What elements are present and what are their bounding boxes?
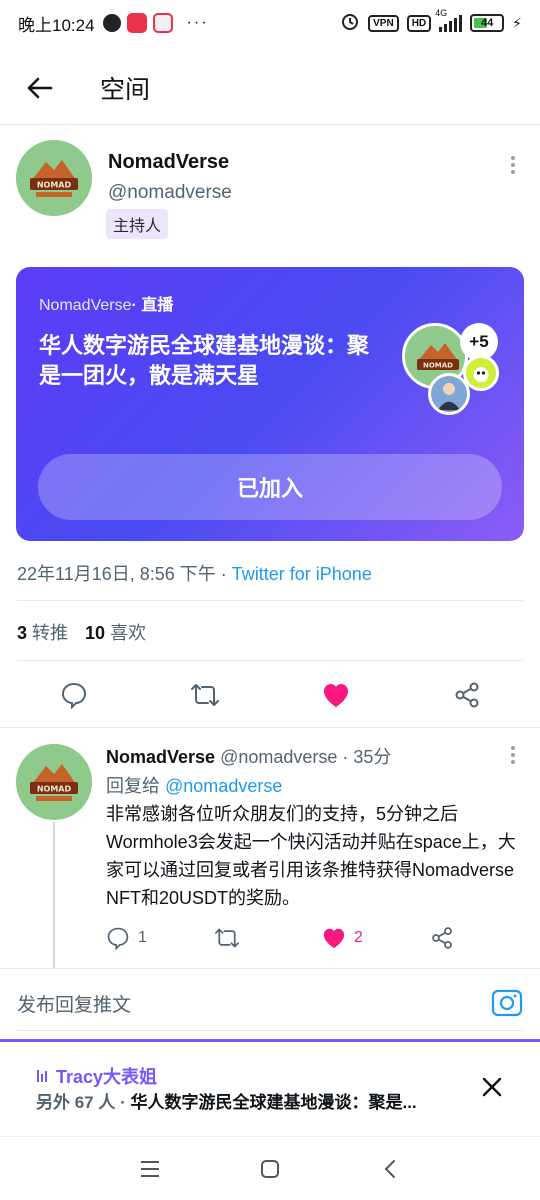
- svg-text:NOMAD: NOMAD: [37, 181, 72, 190]
- reply-avatar[interactable]: NOMAD: [16, 744, 92, 820]
- reply-retweet-button[interactable]: [214, 924, 240, 952]
- actions-divider: [0, 727, 540, 728]
- qq-notification-icon: [102, 14, 121, 32]
- close-icon[interactable]: [477, 1072, 507, 1102]
- host-role-badge: 主持人: [106, 209, 169, 239]
- nomad-logo-icon: NOMAD: [16, 744, 92, 820]
- space-player-accent: [0, 1039, 540, 1042]
- like-heart-icon[interactable]: [321, 680, 351, 710]
- tweet-actions: [0, 672, 540, 718]
- nomad-logo-icon: NOMAD: [16, 140, 92, 216]
- replying-to: 回复给 @nomadverse: [106, 772, 282, 798]
- signal-icon: 4G: [435, 8, 463, 32]
- host-more-icon[interactable]: [508, 156, 518, 174]
- svg-text:NOMAD: NOMAD: [37, 785, 72, 794]
- space-meta: NomadVerse· 直播: [39, 291, 173, 315]
- reply-handle-time: @nomadverse · 35分: [220, 747, 392, 767]
- battery-level: 44: [481, 17, 494, 29]
- back-arrow-icon[interactable]: [20, 68, 60, 108]
- charging-icon: ⚡: [512, 14, 522, 31]
- retweet-icon[interactable]: [190, 680, 220, 710]
- compose-reply-input[interactable]: 发布回复推文: [17, 990, 131, 1017]
- host-avatar[interactable]: NOMAD: [16, 140, 92, 216]
- status-time: 晚上10:24: [18, 15, 95, 35]
- share-icon[interactable]: [452, 680, 482, 710]
- network-type: 4G: [435, 8, 448, 18]
- participant-avatar: [428, 373, 470, 415]
- tweet-source-link[interactable]: Twitter for iPhone: [232, 564, 372, 584]
- reply-icon[interactable]: [59, 680, 89, 710]
- space-card[interactable]: NomadVerse· 直播 华人数字游民全球建基地漫谈：聚是一团火，散是满天星…: [16, 267, 524, 541]
- hd-indicator: HD: [406, 14, 432, 32]
- reply-divider: [0, 968, 540, 969]
- vpn-indicator: VPN: [368, 14, 399, 32]
- reply-header: NomadVerse @nomadverse · 35分: [106, 743, 391, 769]
- top-app-bar: 空间: [0, 56, 540, 120]
- retweet-label[interactable]: 转推: [32, 623, 68, 643]
- more-notifications-icon: ···: [186, 14, 209, 31]
- status-bar: 晚上10:24 ··· VPN HD 4G 44 ⚡: [0, 0, 540, 46]
- retweet-icon: [215, 928, 239, 948]
- system-nav-bar: [0, 1136, 540, 1200]
- reply-icon: [107, 927, 129, 950]
- mini-player-others: 另外 67 人 ·: [36, 1093, 131, 1112]
- space-live-status: · 直播: [131, 297, 174, 314]
- share-icon: [432, 927, 452, 949]
- tweet-stats: 3 转推 10 喜欢: [17, 619, 146, 645]
- tweet-datetime: 22年11月16日, 8:56 下午 ·: [17, 564, 232, 584]
- app-notification-icon: [126, 13, 147, 33]
- space-account: NomadVerse: [39, 297, 132, 314]
- svg-text:NOMAD: NOMAD: [423, 362, 453, 370]
- reply-more-icon[interactable]: [508, 746, 518, 764]
- host-handle: @nomadverse: [108, 182, 232, 203]
- mini-player-subtitle[interactable]: 另外 67 人 · 华人数字游民全球建基地漫谈：聚是...: [36, 1088, 456, 1113]
- mini-player-title: 华人数字游民全球建基地漫谈：聚是...: [130, 1093, 417, 1112]
- replying-to-mention[interactable]: @nomadverse: [165, 776, 282, 796]
- reply-reply-count: 1: [138, 929, 147, 946]
- thread-line: [53, 822, 55, 968]
- page-title: 空间: [100, 76, 151, 104]
- retweet-count[interactable]: 3: [17, 623, 27, 643]
- reply-text: 非常感谢各位听众朋友们的支持，5分钟之后Wormhole3会发起一个快闪活动并贴…: [106, 804, 516, 908]
- reply-share-button[interactable]: [430, 924, 454, 952]
- tweet-timestamp: 22年11月16日, 8:56 下午 · Twitter for iPhone: [17, 560, 372, 586]
- compose-divider: [17, 1030, 523, 1031]
- mini-player-host-name: Tracy大表姐: [56, 1067, 158, 1087]
- menu-icon[interactable]: [136, 1155, 164, 1183]
- stats-divider: [17, 660, 523, 661]
- space-title: 华人数字游民全球建基地漫谈：聚是一团火，散是满天星: [39, 333, 370, 388]
- reply-like-count: 2: [354, 929, 363, 946]
- host-name[interactable]: NomadVerse: [108, 151, 229, 174]
- meta-divider: [17, 600, 523, 601]
- mini-player-host[interactable]: Tracy大表姐: [36, 1063, 157, 1089]
- replying-to-prefix: 回复给: [106, 776, 160, 796]
- camera-icon[interactable]: [490, 986, 524, 1020]
- battery-icon: 44: [470, 14, 505, 32]
- home-icon[interactable]: [256, 1155, 284, 1183]
- reply-author-name[interactable]: NomadVerse: [106, 747, 215, 767]
- like-count[interactable]: 10: [85, 623, 105, 643]
- like-label[interactable]: 喜欢: [110, 623, 146, 643]
- audio-bars-icon: [37, 1070, 47, 1082]
- reply-actions: 1 2: [106, 924, 486, 952]
- alarm-icon: [340, 11, 360, 36]
- reply-like-button[interactable]: 2: [322, 924, 363, 952]
- reply-reply-button[interactable]: 1: [106, 924, 147, 952]
- like-heart-icon: [323, 928, 345, 949]
- back-nav-icon[interactable]: [376, 1155, 404, 1183]
- header-divider: [0, 124, 540, 125]
- joined-button[interactable]: 已加入: [38, 454, 502, 520]
- shop-notification-icon: [152, 13, 173, 33]
